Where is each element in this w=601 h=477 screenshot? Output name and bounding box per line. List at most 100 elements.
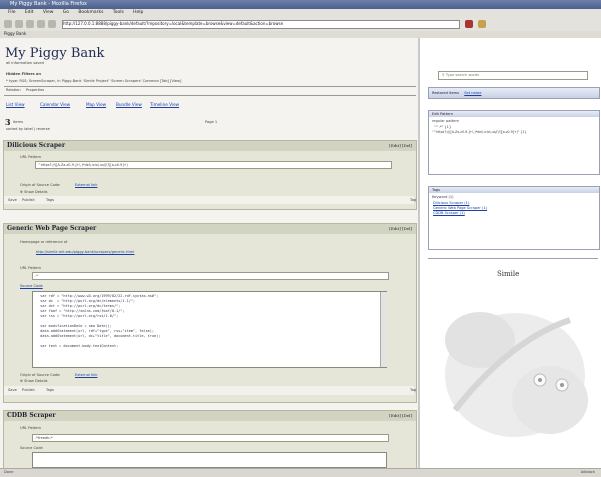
url-pattern-label: URL Pattern [20,155,42,159]
scrollbar[interactable] [380,292,387,367]
scraper-title-text[interactable]: Generic Web Page Scraper [7,225,96,232]
bookmark-piggy-bank[interactable]: Piggy Bank [4,31,26,36]
go-icon[interactable] [465,20,473,28]
scraper-title: Generic Web Page Scraper [Edit] [Del] [4,224,416,234]
home-icon[interactable] [48,20,56,28]
restored-label: Restored items [432,91,460,95]
edit-pattern-box: Edit Pattern regular pattern "^.*" {1} "… [428,110,600,175]
filter-text: * type: RSS; ScreenScraper, in Piggy-Ban… [6,79,182,83]
edit-pattern-header: Edit Pattern [429,111,599,117]
tab-relation[interactable]: Relation [6,88,21,92]
window-title: My Piggy Bank - Mozilla Firefox [10,1,87,7]
url-pattern-label: URL Pattern [20,426,42,430]
scraper-title: Dilicious Scraper [Edit] [Del] [4,141,416,151]
url-pattern-input[interactable]: .* [32,272,389,280]
tags-subheader: Keyword (1) [432,195,454,199]
menu-tools[interactable]: Tools [113,10,124,15]
filter-label: Hidden Filters on [6,72,41,76]
forward-icon[interactable] [15,20,23,28]
save-button[interactable]: Save [8,388,17,392]
piggy-bank-icon[interactable] [478,20,486,28]
scraper-controls[interactable]: [Edit] [Del] [389,141,412,151]
source-code-label: Source Code [20,446,43,450]
save-button[interactable]: Save [8,198,17,202]
scraper-title-text[interactable]: Dilicious Scraper [7,142,65,149]
url-pattern-input[interactable]: ^https?://([A-Za-z0-9-]+\.)*del\.icio\.u… [35,161,392,169]
page-label: Page 1 [205,120,218,124]
search-input[interactable]: ⚲ Type search words [438,71,588,80]
bookmarks-bar: Piggy Bank [0,31,601,38]
scraper-title: CDDB Scraper [Edit] [Del] [4,411,416,421]
back-icon[interactable] [4,20,12,28]
edit-label: ⊕ Show Details [20,190,48,194]
page-subtitle: all information saved [6,61,44,65]
source-code-textarea[interactable] [32,452,387,468]
menu-bookmarks[interactable]: Bookmarks [78,10,103,15]
tag-item[interactable]: Generic Web Page Scraper (1) [433,206,595,210]
tag-item[interactable]: Dilicious Scraper (1) [433,201,595,205]
url-input[interactable]: http://127.0.0.1:8888/piggy-bank/default… [62,20,460,29]
origin-label: Origin of Source Code: [20,183,61,187]
search-placeholder: Type search words [445,73,480,77]
view-timeline[interactable]: Timeline View [150,102,179,107]
status-text: Done [4,470,14,474]
url-pattern-value: .* [35,274,38,278]
status-right[interactable]: Adblock [581,470,595,474]
divider [428,258,598,259]
origin-label: Origin of Source Code: [20,373,61,377]
window-titlebar: My Piggy Bank - Mozilla Firefox [0,0,601,9]
restored-value[interactable]: Set name [464,91,481,95]
publish-button[interactable]: Publish [22,198,35,202]
tags-box: Tags Keyword (1) Dilicious Scraper (1) G… [428,186,600,250]
simile-logo-icon [445,312,588,437]
view-list[interactable]: List View [6,102,25,107]
publish-button[interactable]: Publish [22,388,35,392]
tag-item[interactable]: CDDB Scraper (1) [433,211,595,215]
source-code-textarea[interactable]: var rdf = "http://www.w3.org/1999/02/22-… [32,291,387,368]
url-pattern-input[interactable]: .*freedb.* [32,434,389,442]
url-pattern-value: .*freedb.* [35,436,53,440]
scraper-controls[interactable]: [Edit] [Del] [389,411,412,421]
url-pattern-label: URL Pattern [20,266,42,270]
scraper-title-text[interactable]: CDDB Scraper [7,412,56,419]
tag-button[interactable]: Tag [410,388,416,392]
tab-properties[interactable]: Properties [26,88,44,92]
results-label: items [13,120,23,124]
tag-button[interactable]: Tag [410,198,416,202]
source-code-label: Source Code [20,284,43,288]
edit-pattern-line: "^https?://([A-Za-z0-9-]+\.)*del\.icio\.… [432,130,527,134]
menu-file[interactable]: File [8,10,16,15]
results-count: 3 [5,117,11,127]
menu-edit[interactable]: Edit [25,10,34,15]
homepage-label: Homepage or reference of [20,240,68,244]
tags-button[interactable]: Tags [46,388,54,392]
restored-header: Restored items Set name [429,88,599,98]
simile-logo-text: Simile [497,270,520,278]
origin-link[interactable]: External link [75,183,97,187]
edit-pattern-line: "^.*" {1} [434,125,452,129]
menu-help[interactable]: Help [133,10,143,15]
menu-bar: File Edit View Go Bookmarks Tools Help [0,9,601,17]
url-pattern-value: ^https?://([A-Za-z0-9-]+\.)*del\.icio\.u… [38,163,128,167]
view-map[interactable]: Map View [86,102,106,107]
results-sort[interactable]: sorted by label | reverse [6,127,50,131]
reload-icon[interactable] [26,20,34,28]
menu-view[interactable]: View [43,10,54,15]
divider [4,86,416,87]
view-bundle[interactable]: Bundle View [116,102,142,107]
action-bar [4,386,414,395]
divider [4,95,416,96]
action-bar [4,196,414,204]
page-title: My Piggy Bank [5,46,105,61]
edit-label: ⊕ Show Details [20,379,48,383]
restored-box: Restored items Set name [428,87,600,99]
origin-link[interactable]: External link [75,373,97,377]
tags-button[interactable]: Tags [46,198,54,202]
scraper-controls[interactable]: [Edit] [Del] [389,224,412,234]
homepage-link[interactable]: http://simile.mit.edu/piggy-bank/scraper… [36,250,134,254]
view-calendar[interactable]: Calendar View [40,102,70,107]
menu-go[interactable]: Go [63,10,69,15]
stop-icon[interactable] [37,20,45,28]
search-icon: ⚲ [442,73,445,77]
edit-pattern-line: regular pattern [432,119,460,123]
